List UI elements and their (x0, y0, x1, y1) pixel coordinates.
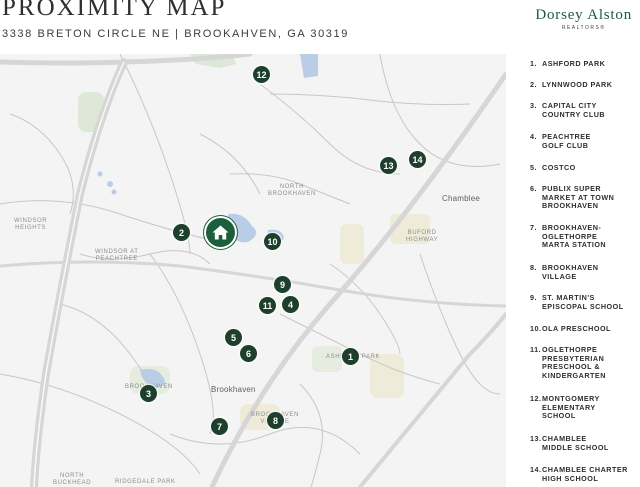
label-north-brookhaven: NORTH BROOKHAVEN (268, 184, 316, 197)
legend-item: 2. LYNNWOOD PARK (530, 80, 613, 90)
map-marker-13[interactable]: 13 (380, 157, 397, 174)
legend-number: 13. (530, 434, 542, 443)
legend-number: 2. (530, 80, 537, 89)
legend-item: 1. ASHFORD PARK (530, 59, 606, 69)
label-chamblee: Chamblee (442, 194, 481, 203)
legend-label: MONTGOMERY ELEMENTARY SCHOOL (542, 394, 600, 421)
map-marker-3[interactable]: 3 (140, 385, 157, 402)
legend-number: 11. (530, 345, 542, 354)
property-address: 3338 BRETON CIRCLE NE | BROOKAHVEN, GA 3… (2, 28, 349, 40)
map-marker-8[interactable]: 8 (267, 412, 284, 429)
legend-item: 13. CHAMBLEE MIDDLE SCHOOL (530, 434, 609, 452)
legend-label: BROOKHAVEN- OGLETHORPE MARTA STATION (542, 223, 607, 250)
legend-label: CAPITAL CITY COUNTRY CLUB (542, 101, 606, 119)
brand-subtitle: REALTORS® (561, 25, 606, 31)
legend-item: 7. BROOKHAVEN- OGLETHORPE MARTA STATION (530, 223, 607, 250)
brand-logo: Dorsey Alston REALTORS® (535, 7, 632, 31)
legend-number: 1. (530, 59, 537, 68)
map-marker-1[interactable]: 1 (342, 348, 359, 365)
label-north-buckhead: NORTH BUCKHEAD (53, 473, 92, 486)
legend-item: 14. CHAMBLEE CHARTER HIGH SCHOOL (530, 465, 628, 483)
map-marker-2[interactable]: 2 (173, 224, 190, 241)
legend-label: ST. MARTIN'S EPISCOPAL SCHOOL (542, 293, 624, 311)
legend-label: PEACHTREE GOLF CLUB (542, 132, 591, 150)
legend-number: 12. (530, 394, 542, 403)
map-marker-6[interactable]: 6 (240, 345, 257, 362)
legend-number: 10. (530, 324, 542, 333)
legend-item: 8. BROOKHAVEN VILLAGE (530, 263, 599, 281)
home-marker[interactable] (206, 218, 235, 247)
map-marker-11[interactable]: 11 (259, 297, 276, 314)
legend-item: 3. CAPITAL CITY COUNTRY CLUB (530, 101, 606, 119)
legend-number: 5. (530, 163, 537, 172)
brand-name: Dorsey Alston (535, 7, 632, 23)
legend-item: 9. ST. MARTIN'S EPISCOPAL SCHOOL (530, 293, 624, 311)
legend-number: 14. (530, 465, 542, 474)
label-ridgedale-park: RIDGEDALE PARK (115, 479, 176, 485)
legend-label: CHAMBLEE CHARTER HIGH SCHOOL (542, 465, 628, 483)
map-marker-14[interactable]: 14 (409, 151, 426, 168)
legend-label: OGLETHORPE PRESBYTERIAN PRESCHOOL & KIND… (542, 345, 606, 380)
legend-number: 4. (530, 132, 537, 141)
legend-item: 5. COSTCO (530, 163, 576, 173)
proximity-map[interactable]: NORTH BROOKHAVEN BUFORD HIGHWAY WINDSOR … (0, 54, 506, 487)
map-marker-5[interactable]: 5 (225, 329, 242, 346)
legend-number: 8. (530, 263, 537, 272)
legend-label: BROOKHAVEN VILLAGE (542, 263, 599, 281)
legend-number: 3. (530, 101, 537, 110)
map-marker-9[interactable]: 9 (274, 276, 291, 293)
label-buford-highway: BUFORD HIGHWAY (406, 230, 439, 243)
legend-item: 4. PEACHTREE GOLF CLUB (530, 132, 591, 150)
legend-number: 6. (530, 184, 537, 193)
map-marker-4[interactable]: 4 (282, 296, 299, 313)
label-brookhaven: Brookhaven (211, 385, 256, 394)
map-marker-7[interactable]: 7 (211, 418, 228, 435)
legend-item: 12. MONTGOMERY ELEMENTARY SCHOOL (530, 394, 600, 421)
legend-label: COSTCO (542, 163, 576, 172)
legend-number: 7. (530, 223, 537, 232)
label-windsor-heights: WINDSOR HEIGHTS (14, 218, 48, 231)
map-marker-12[interactable]: 12 (253, 66, 270, 83)
legend-label: ASHFORD PARK (542, 59, 606, 68)
legend-label: CHAMBLEE MIDDLE SCHOOL (542, 434, 609, 452)
legend-label: OLA PRESCHOOL (542, 324, 611, 333)
map-marker-10[interactable]: 10 (264, 233, 281, 250)
page-title: PROXIMITY MAP (2, 0, 227, 21)
legend-label: PUBLIX SUPER MARKET AT TOWN BROOKHAVEN (542, 184, 615, 211)
legend-item: 6. PUBLIX SUPER MARKET AT TOWN BROOKHAVEN (530, 184, 615, 211)
legend-number: 9. (530, 293, 537, 302)
house-icon (212, 225, 229, 240)
legend-item: 10. OLA PRESCHOOL (530, 324, 611, 334)
label-windsor-at-peachtree: WINDSOR AT PEACHTREE (95, 249, 139, 262)
legend-label: LYNNWOOD PARK (542, 80, 613, 89)
legend-item: 11. OGLETHORPE PRESBYTERIAN PRESCHOOL & K… (530, 345, 606, 381)
